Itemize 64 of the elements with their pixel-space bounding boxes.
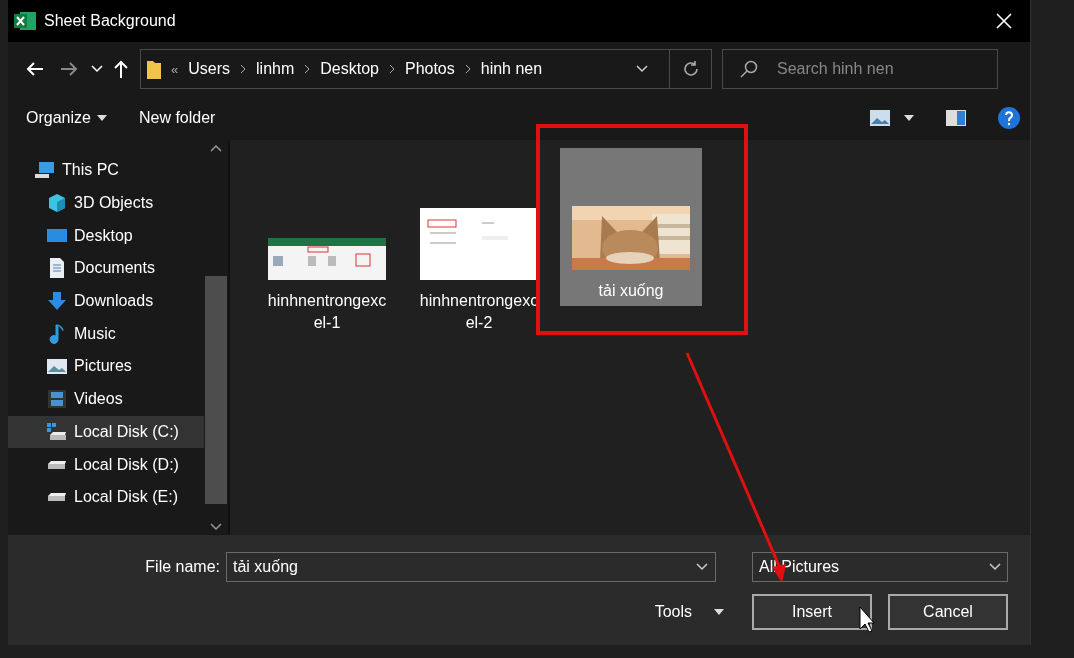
chevron-down-icon [636,65,648,73]
sidebar-item[interactable]: Local Disk (C:) [8,415,204,449]
sidebar-item[interactable]: 3D Objects [8,186,204,220]
sidebar-item[interactable]: Desktop [8,219,204,253]
caret-icon [96,115,107,121]
cube-icon [46,192,68,215]
scroll-up-icon[interactable] [210,144,222,152]
breadcrumb[interactable]: Photos [404,60,455,78]
arrow-left-icon [26,61,44,77]
chevron-right-icon [240,64,246,74]
caret-icon [714,609,724,615]
sidebar-item[interactable]: Local Disk (E:) [8,480,204,514]
file-tile[interactable]: tải xuống [560,148,702,306]
system-drive-icon [46,420,68,443]
preview-pane-button[interactable] [946,110,966,126]
chevron-down-icon [91,65,103,73]
file-tile[interactable]: hinhnentrongexc el-1 [256,148,398,338]
file-name-field[interactable]: tải xuống [226,552,716,582]
refresh-icon [681,60,700,78]
film-icon [46,388,68,411]
chevron-down-icon [696,563,708,571]
tools-button[interactable]: Tools [654,603,724,621]
view-options-button[interactable] [870,110,914,126]
sidebar-item[interactable]: Local Disk (D:) [8,448,204,481]
dialog-button[interactable]: Cancel [888,594,1008,630]
organize-button[interactable]: Organize [26,109,107,127]
file-name-label: File name: [145,558,220,576]
breadcrumb[interactable]: Desktop [320,60,379,78]
drive-icon [47,459,67,470]
spreadsheet-app-icon [14,11,36,31]
file-name: tải xuống [597,281,665,301]
folder-icon [147,59,161,79]
dialog-button[interactable]: Insert [752,594,872,630]
drive-icon [47,492,67,503]
scroll-down-icon[interactable] [210,523,222,531]
breadcrumb[interactable]: hinh nen [480,60,543,78]
sidebar-item[interactable]: Pictures [8,350,204,383]
sidebar-item[interactable]: This PC [8,154,204,187]
chevron-right-icon [304,64,311,74]
arrow-right-icon [60,61,78,77]
sidebar-item[interactable]: Documents [8,252,204,285]
search-icon [740,60,758,78]
close-icon [996,13,1012,29]
caret-icon [904,115,914,121]
chevron-right-icon [388,64,395,74]
window-title: Sheet Background [44,12,177,30]
arrow-up-icon [114,60,128,78]
sidebar-item[interactable]: Videos [8,382,204,416]
breadcrumb[interactable]: linhm [256,60,295,78]
chevron-down-icon [989,563,1001,571]
overflow-crumb[interactable]: « [171,61,179,77]
chevron-right-icon [464,64,471,74]
help-button[interactable] [998,107,1020,129]
new-folder-button[interactable]: New folder [138,109,216,127]
search-field[interactable]: Search hinh nen [722,49,998,89]
address-bar[interactable]: « Users linhm Desktop Photos hinh nen [140,49,712,89]
sidebar-item[interactable]: Music [8,317,204,351]
file-tile[interactable]: hinhnentrongexc el-2 [408,148,550,338]
mouse-cursor-icon [859,606,875,633]
breadcrumb[interactable]: Users [188,60,230,78]
scrollbar-thumb[interactable] [205,276,227,504]
sidebar-item[interactable]: Downloads [8,284,204,318]
file-name: hinhnentrongexc el-2 [418,291,540,333]
file-name: hinhnentrongexc el-1 [266,291,388,333]
